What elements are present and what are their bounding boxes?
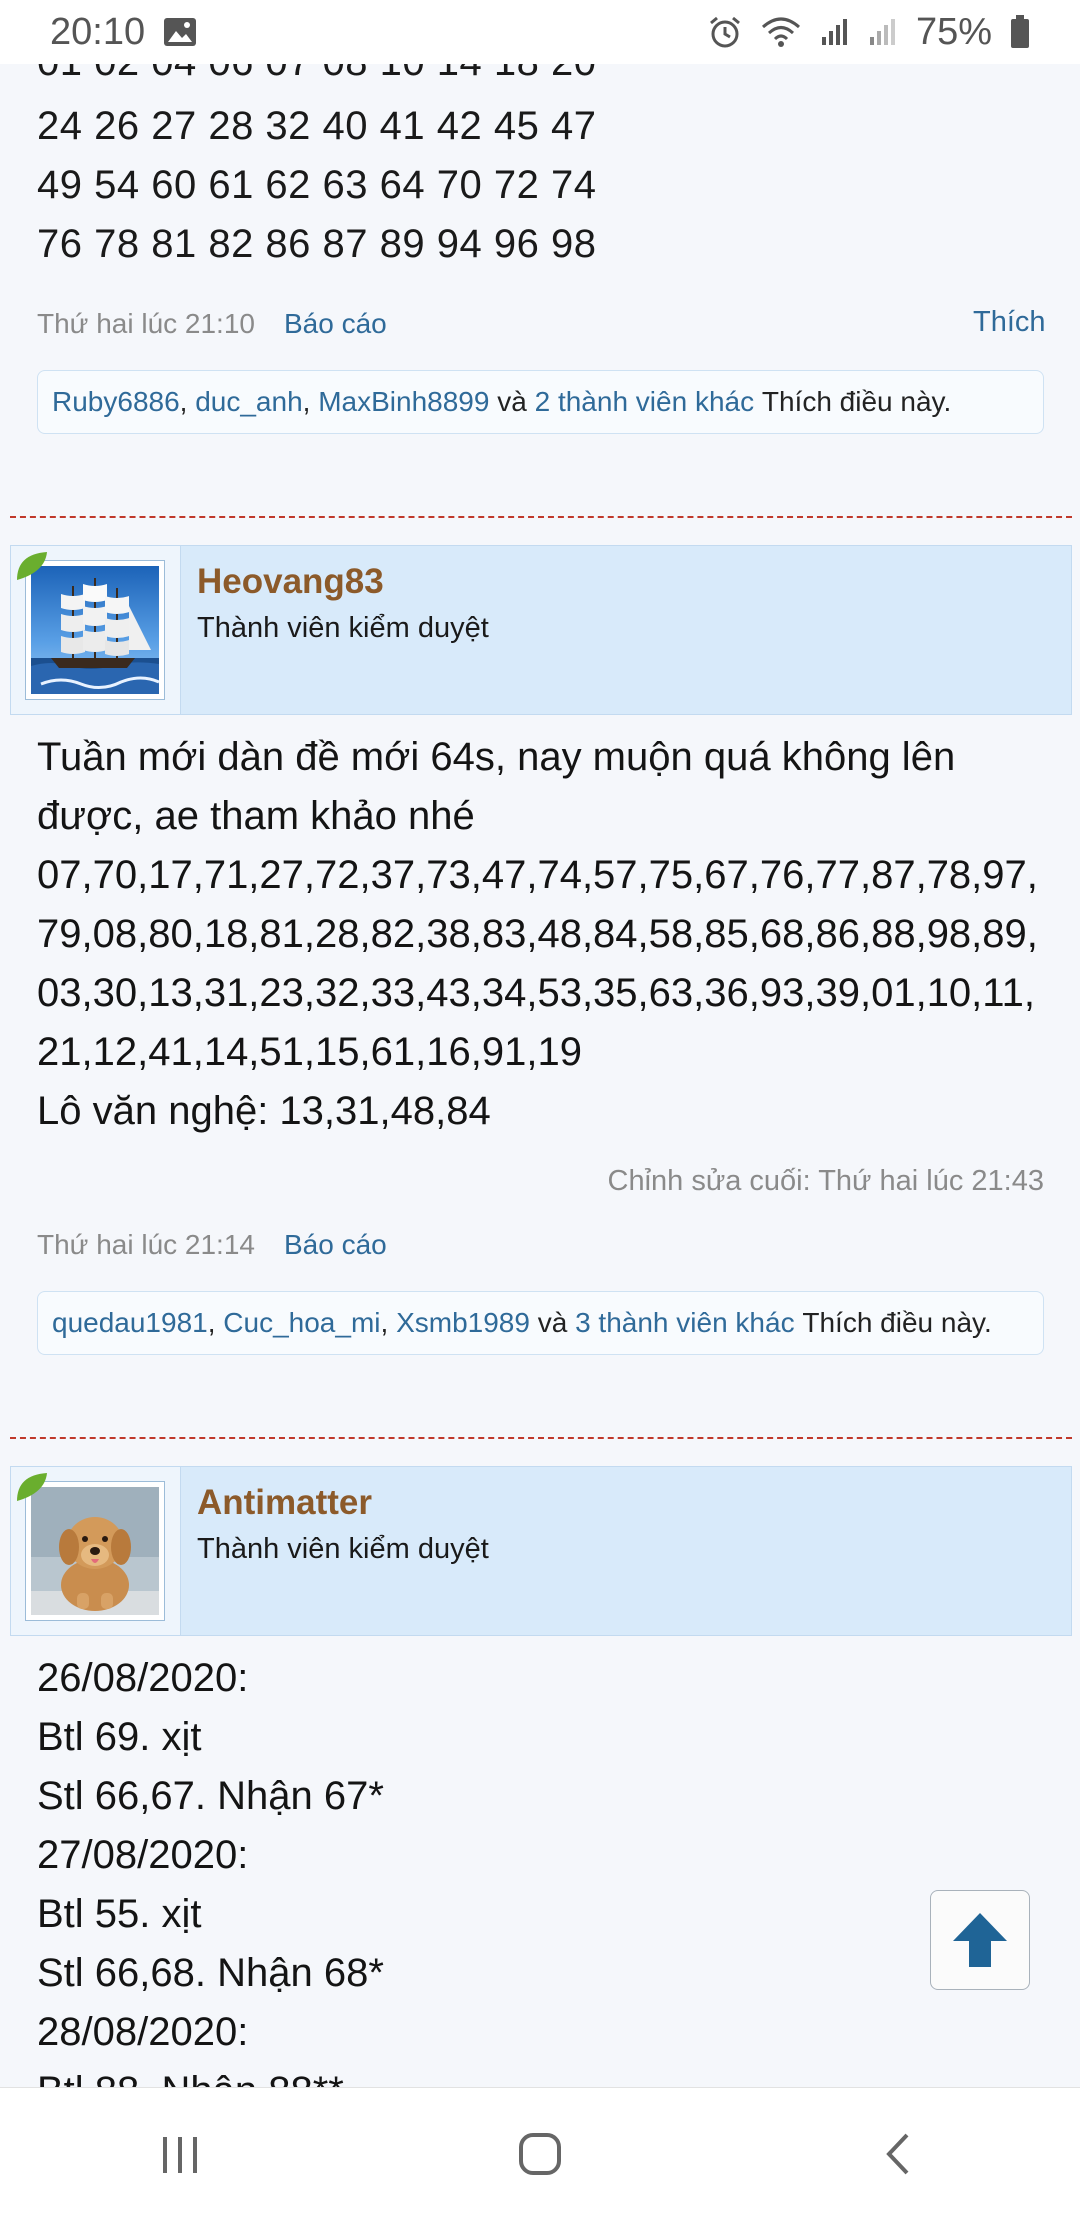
post-divider bbox=[10, 516, 1072, 518]
post-text-line: 28/08/2020: bbox=[37, 2010, 249, 2054]
post-text-line: 49 54 60 61 62 63 64 70 72 74 bbox=[37, 163, 597, 207]
likes-summary: quedau1981, Cuc_hoa_mi, Xsmb1989 và 3 th… bbox=[37, 1291, 1044, 1355]
post-text-line: Tuần mới dàn đề mới 64s, nay muộn quá kh… bbox=[37, 735, 956, 779]
other-likers-link[interactable]: 3 thành viên khác bbox=[575, 1307, 795, 1339]
battery-icon bbox=[1010, 15, 1030, 49]
post-text-line: Btl 55. xịt bbox=[37, 1892, 202, 1936]
wifi-icon bbox=[760, 15, 802, 49]
sailing-ship-avatar-image bbox=[31, 566, 159, 694]
post-text-line: Btl 69. xịt bbox=[37, 1715, 202, 1759]
liker-link[interactable]: Cuc_hoa_mi bbox=[223, 1307, 380, 1339]
post-text-line: Stl 66,68. Nhận 68* bbox=[37, 1951, 384, 1995]
likes-suffix: Thích điều này. bbox=[761, 386, 952, 417]
liker-link[interactable]: Xsmb1989 bbox=[396, 1307, 530, 1339]
post-text-line: 03,30,13,31,23,32,33,43,34,53,35,63,36,9… bbox=[37, 971, 1035, 1015]
back-button[interactable] bbox=[840, 2109, 960, 2199]
status-bar: 20:10 75% bbox=[0, 0, 1080, 64]
other-likers-link[interactable]: 2 thành viên khác bbox=[535, 386, 755, 418]
avatar-cell bbox=[11, 546, 181, 714]
liker-link[interactable]: duc_anh bbox=[195, 386, 302, 418]
system-navigation-bar bbox=[0, 2087, 1080, 2220]
post-text-line: 24 26 27 28 32 40 41 42 45 47 bbox=[37, 104, 597, 148]
liker-link[interactable]: MaxBinh8899 bbox=[318, 386, 489, 418]
home-icon bbox=[519, 2133, 561, 2175]
report-link[interactable]: Báo cáo bbox=[284, 308, 387, 340]
recent-apps-icon bbox=[163, 2137, 197, 2173]
liker-link[interactable]: quedau1981 bbox=[52, 1307, 208, 1339]
user-title: Thành viên kiểm duyệt bbox=[197, 1533, 489, 1565]
like-link[interactable]: Thích bbox=[973, 306, 1046, 339]
last-edited-note: Chỉnh sửa cuối: Thứ hai lúc 21:43 bbox=[607, 1165, 1045, 1197]
recent-apps-button[interactable] bbox=[120, 2109, 240, 2199]
likes-and: và bbox=[497, 386, 527, 417]
signal-icon bbox=[820, 17, 850, 47]
back-icon bbox=[886, 2133, 909, 2175]
arrow-up-icon bbox=[953, 1913, 1007, 1967]
leaf-badge-icon bbox=[17, 552, 47, 580]
post-time[interactable]: Thứ hai lúc 21:14 bbox=[37, 1229, 255, 1261]
post-text-line: 26/08/2020: bbox=[37, 1656, 249, 1700]
likes-and: và bbox=[537, 1307, 568, 1338]
signal-icon bbox=[868, 17, 898, 47]
likes-summary: Ruby6886, duc_anh, MaxBinh8899 và 2 thàn… bbox=[37, 370, 1044, 434]
user-info-header: Antimatter Thành viên kiểm duyệt bbox=[10, 1466, 1072, 1636]
post-text-line: Lô văn nghệ: 13,31,48,84 bbox=[37, 1089, 491, 1133]
post-text-line: Stl 66,67. Nhận 67* bbox=[37, 1774, 384, 1818]
liker-link[interactable]: Ruby6886 bbox=[52, 386, 180, 418]
leaf-badge-icon bbox=[17, 1473, 47, 1501]
post-text-line: 21,12,41,14,51,15,61,16,91,19 bbox=[37, 1030, 582, 1074]
post-text-line: 76 78 81 82 86 87 89 94 96 98 bbox=[37, 222, 597, 266]
likes-suffix: Thích điều này. bbox=[802, 1307, 992, 1338]
puppy-avatar-image bbox=[31, 1487, 159, 1615]
post-time[interactable]: Thứ hai lúc 21:10 bbox=[37, 308, 255, 340]
post-divider bbox=[10, 1437, 1072, 1439]
user-info-header: Heovang83 Thành viên kiểm duyệt bbox=[10, 545, 1072, 715]
post-text-line: 27/08/2020: bbox=[37, 1833, 249, 1877]
scroll-to-top-button[interactable] bbox=[930, 1890, 1030, 1990]
username-link[interactable]: Antimatter bbox=[197, 1483, 372, 1523]
alarm-icon bbox=[708, 15, 742, 49]
image-icon bbox=[163, 17, 197, 47]
avatar-cell bbox=[11, 1467, 181, 1635]
post-text-line: được, ae tham khảo nhé bbox=[37, 794, 475, 838]
battery-percent: 75% bbox=[915, 10, 992, 53]
post-text-line: 79,08,80,18,81,28,82,38,83,48,84,58,85,6… bbox=[37, 912, 1038, 956]
user-title: Thành viên kiểm duyệt bbox=[197, 612, 489, 644]
clock: 20:10 bbox=[50, 10, 146, 53]
home-button[interactable] bbox=[480, 2109, 600, 2199]
username-link[interactable]: Heovang83 bbox=[197, 562, 384, 602]
post-text-line: 07,70,17,71,27,72,37,73,47,74,57,75,67,7… bbox=[37, 853, 1038, 897]
report-link[interactable]: Báo cáo bbox=[284, 1229, 387, 1261]
